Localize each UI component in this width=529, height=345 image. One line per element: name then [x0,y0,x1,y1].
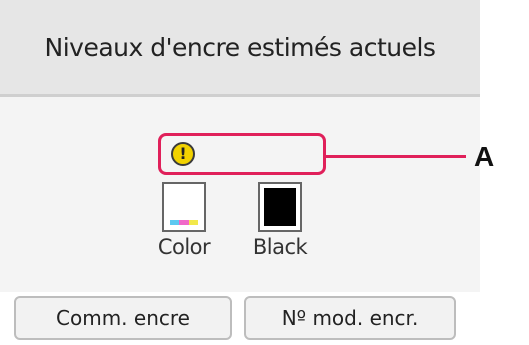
color-cartridge-icon [162,182,206,232]
callout-label: A [474,141,495,172]
color-ink-stripe [170,220,198,225]
exclamation-warning-icon: ! [171,142,195,166]
ink-level-panel: ! Color Black [0,97,480,292]
callout-line [326,155,466,158]
printer-screen: Niveaux d'encre estimés actuels ! Color … [0,0,480,345]
ink-model-number-button[interactable]: Nº mod. encr. [244,296,456,340]
title-bar: Niveaux d'encre estimés actuels [0,0,480,97]
warning-highlight-box: ! [158,133,326,175]
black-cartridge-icon [258,182,302,232]
order-ink-button[interactable]: Comm. encre [14,296,232,340]
color-cartridge-label: Color [157,235,211,259]
page-title: Niveaux d'encre estimés actuels [44,32,436,62]
black-cartridge-label: Black [252,235,308,259]
